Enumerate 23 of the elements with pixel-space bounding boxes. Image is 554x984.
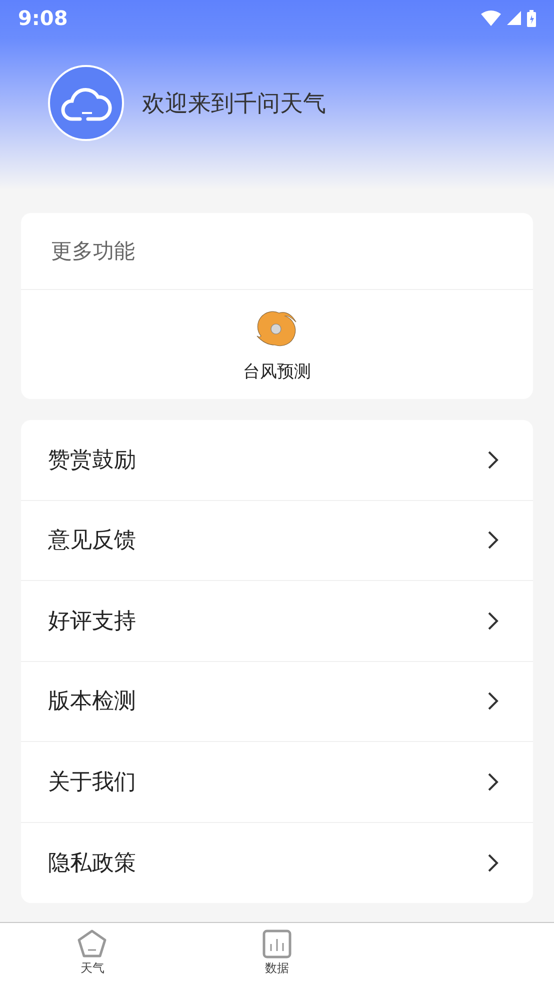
- pentagon-icon: [77, 929, 108, 959]
- menu-item[interactable]: 好评支持: [21, 581, 533, 662]
- chevron-icon: [487, 772, 499, 792]
- chevron-icon: [487, 610, 499, 631]
- menu-item[interactable]: 意见反馈: [21, 500, 533, 581]
- chevron-icon: [487, 450, 499, 470]
- chevron-icon: [487, 530, 499, 550]
- chart-icon: [262, 929, 292, 959]
- nav-tab[interactable]: 天气: [0, 923, 185, 984]
- section-title: 更多功能: [51, 238, 135, 265]
- signal-icon: [507, 11, 521, 25]
- welcome-text: 欢迎来到千问天气: [142, 90, 326, 118]
- wifi-icon: [481, 10, 501, 26]
- chevron-icon: [487, 691, 499, 712]
- battery-icon: [527, 10, 536, 26]
- typhoon-forecast-button[interactable]: 台风预测: [192, 308, 362, 383]
- menu-item[interactable]: 隐私政策: [21, 822, 533, 903]
- menu-item[interactable]: 关于我们: [21, 742, 533, 822]
- status-time: 9:08: [18, 6, 68, 30]
- menu-item[interactable]: 赞赏鼓励: [21, 420, 533, 500]
- chevron-icon: [487, 852, 499, 873]
- nav-tab[interactable]: 数据: [184, 923, 370, 984]
- menu-item[interactable]: 版本检测: [21, 662, 533, 742]
